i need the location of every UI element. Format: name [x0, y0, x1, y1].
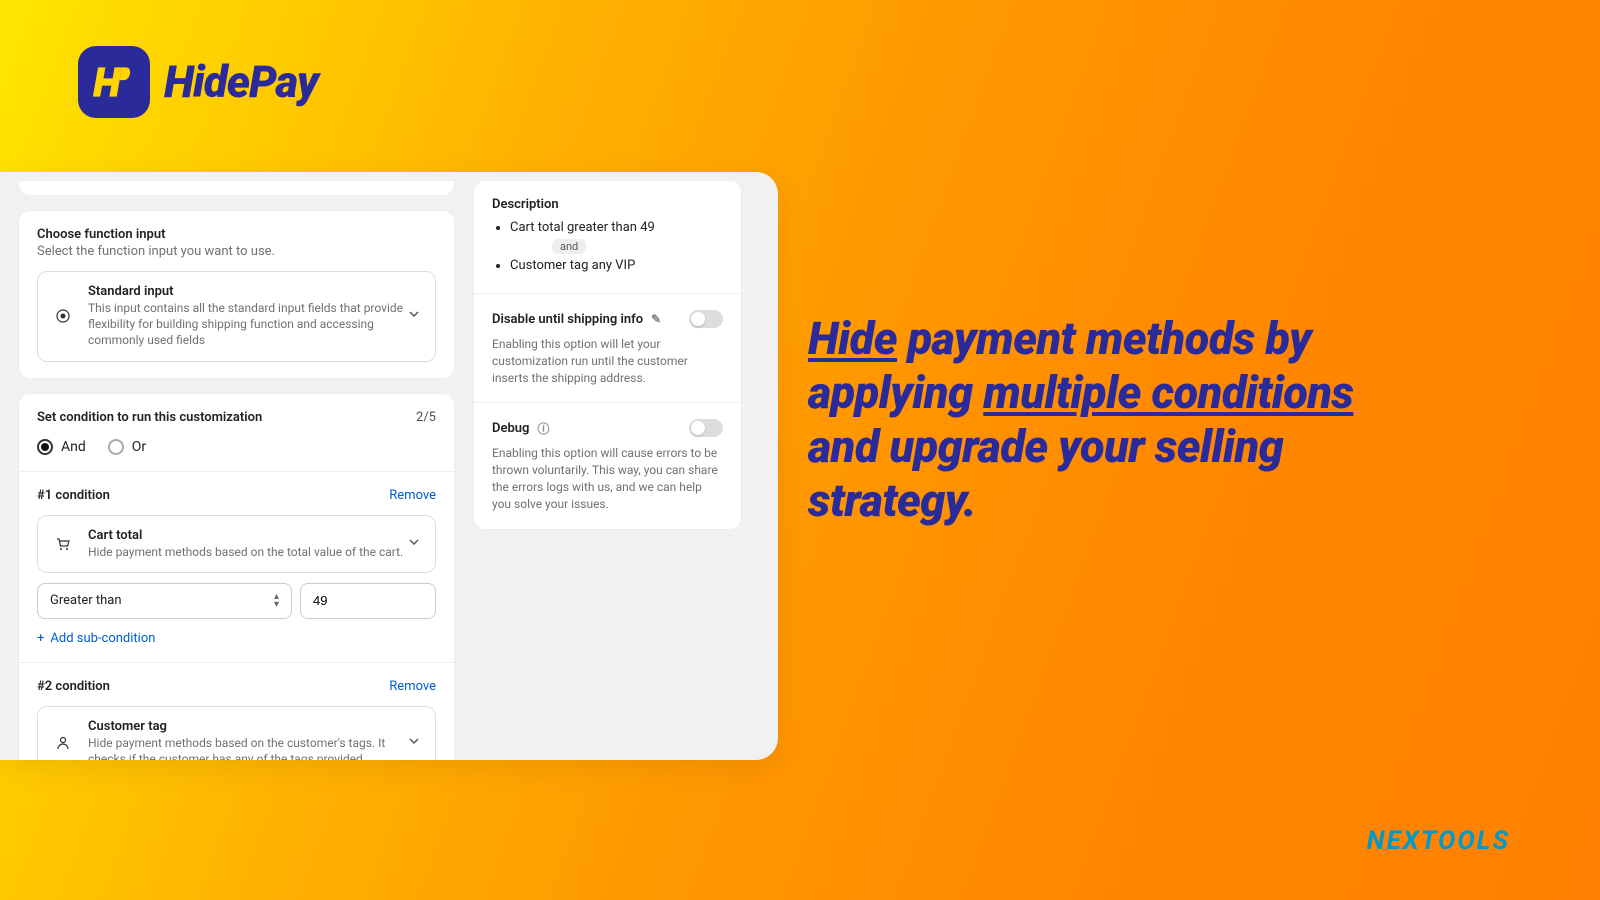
standard-input-desc: This input contains all the standard inp…: [88, 300, 421, 349]
condition-2-desc: Hide payment methods based on the custom…: [88, 735, 421, 760]
chevron-down-icon: [407, 535, 421, 553]
standard-input-title: Standard input: [88, 284, 421, 299]
remove-condition-1[interactable]: Remove: [389, 488, 436, 503]
condition-2-title: Customer tag: [88, 719, 421, 734]
condition-2-label: #2 condition: [37, 679, 110, 694]
debug-toggle[interactable]: [689, 419, 723, 437]
add-subcondition-1[interactable]: +Add sub-condition: [37, 631, 155, 646]
edit-icon[interactable]: ✎: [651, 312, 661, 326]
radio-or[interactable]: Or: [108, 439, 146, 455]
brand-logo-mark: [78, 46, 150, 118]
desc-item-2: Customer tag any VIP: [510, 258, 723, 273]
brand-logo: HidePay: [78, 46, 318, 118]
hidepay-icon: [92, 60, 136, 104]
marketing-headline: Hide payment methods by applying multipl…: [808, 312, 1368, 528]
function-input-card: Choose function input Select the functio…: [18, 210, 455, 379]
disable-help: Enabling this option will let your custo…: [492, 336, 723, 386]
disable-title: Disable until shipping info: [492, 312, 643, 327]
conditions-heading: Set condition to run this customization: [37, 410, 262, 425]
radio-and[interactable]: And: [37, 439, 86, 455]
logic-radios: And Or: [37, 439, 436, 455]
desc-item-1: Cart total greater than 49: [510, 220, 723, 235]
standard-input-option[interactable]: Standard input This input contains all t…: [37, 271, 436, 362]
app-panel: Choose function input Select the functio…: [0, 172, 778, 760]
function-input-title: Choose function input: [37, 227, 436, 242]
desc-connector: and: [552, 239, 586, 254]
description-card: Description Cart total greater than 49 a…: [473, 180, 742, 530]
condition-1-label: #1 condition: [37, 488, 110, 503]
operator-select[interactable]: Greater than ▴▾: [37, 583, 292, 619]
brand-name: HidePay: [164, 56, 318, 108]
person-icon: [52, 735, 74, 751]
cart-icon: [52, 536, 74, 552]
target-icon: [52, 308, 74, 324]
chevron-down-icon: [407, 307, 421, 325]
debug-title: Debug: [492, 421, 529, 436]
remove-condition-2[interactable]: Remove: [389, 679, 436, 694]
plus-icon: +: [37, 631, 44, 646]
condition-1-selector[interactable]: Cart total Hide payment methods based on…: [37, 515, 436, 573]
conditions-counter: 2/5: [416, 410, 436, 425]
description-title: Description: [492, 197, 723, 212]
select-arrows-icon: ▴▾: [274, 593, 279, 609]
debug-help: Enabling this option will cause errors t…: [492, 445, 723, 512]
condition-2-selector[interactable]: Customer tag Hide payment methods based …: [37, 706, 436, 760]
condition-1-desc: Hide payment methods based on the total …: [88, 544, 421, 560]
info-icon[interactable]: ⓘ: [537, 420, 549, 437]
function-input-subtitle: Select the function input you want to us…: [37, 244, 436, 259]
disable-toggle[interactable]: [689, 310, 723, 328]
company-footer: NEXTOOLS: [1367, 826, 1510, 856]
previous-card-stub: [18, 180, 455, 196]
value-input[interactable]: [300, 583, 436, 619]
conditions-card: Set condition to run this customization …: [18, 393, 455, 760]
condition-1-title: Cart total: [88, 528, 421, 543]
chevron-down-icon: [407, 734, 421, 752]
